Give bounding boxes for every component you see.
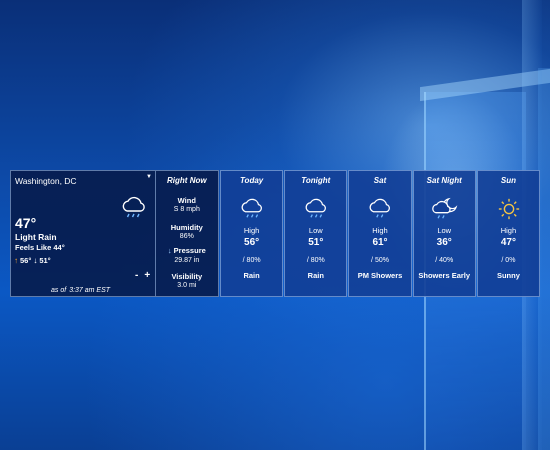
feels-like-value: 44° bbox=[53, 243, 65, 252]
forecast-sun[interactable]: Sun High 47° / 0% Sunny bbox=[476, 170, 541, 297]
weather-widget: Washington, DC ▼ 47° Light Rain Feels Li… bbox=[10, 170, 541, 297]
forecast-condition: Sunny bbox=[496, 271, 520, 280]
forecast-today[interactable]: Today High 56° / 80% Rain bbox=[220, 170, 284, 297]
raindrop-icon: / bbox=[306, 257, 309, 264]
forecast-precip-value: 80% bbox=[246, 257, 261, 264]
forecast-condition: Rain bbox=[243, 271, 260, 280]
visibility-label: Visibility bbox=[171, 272, 203, 281]
current-temperature: 47° bbox=[15, 215, 37, 231]
current-conditions-panel: Washington, DC ▼ 47° Light Rain Feels Li… bbox=[10, 170, 219, 297]
high-low: ↑ 56° ↓ 51° bbox=[14, 256, 51, 265]
forecast-temperature: 47° bbox=[500, 237, 516, 248]
forecast-precip-value: 50% bbox=[374, 257, 389, 264]
forecast-precip-value: 80% bbox=[310, 257, 325, 264]
forecast-sat[interactable]: Sat High 61° / 50% PM Showers bbox=[348, 170, 412, 297]
wind-value: S 8 mph bbox=[173, 206, 200, 213]
forecast-temperature: 36° bbox=[436, 237, 452, 248]
pressure-label-row: ↓ Pressure bbox=[156, 246, 218, 255]
forecast-precip: / 80% bbox=[285, 257, 346, 264]
forecast-high-low-label: Low bbox=[437, 226, 452, 235]
forecast-precip: / 40% bbox=[414, 257, 475, 264]
humidity-value: 86% bbox=[179, 233, 194, 240]
forecast-precip: / 80% bbox=[221, 257, 282, 264]
forecast-high-low-label: High bbox=[372, 226, 388, 235]
location-dropdown-icon[interactable]: ▼ bbox=[146, 174, 152, 180]
updated-time: as of 3:37 am EST bbox=[51, 287, 110, 294]
arrow-up-icon: ↑ bbox=[14, 256, 18, 265]
forecast-title: Sun bbox=[500, 176, 516, 185]
forecast-high-low-label: Low bbox=[308, 226, 323, 235]
location-label[interactable]: Washington, DC bbox=[15, 176, 77, 186]
cloud-rain-icon bbox=[122, 196, 145, 218]
pressure-falling-icon: ↓ bbox=[167, 246, 172, 255]
pressure-label: Pressure bbox=[173, 246, 206, 255]
forecast-high-low-label: High bbox=[500, 226, 517, 235]
cloud-rain-icon bbox=[241, 198, 262, 218]
forecast-precip: / 50% bbox=[349, 257, 410, 264]
cloud-rain-icon bbox=[305, 198, 327, 218]
forecast-condition: PM Showers bbox=[357, 271, 403, 280]
forecast-title: Sat bbox=[373, 176, 387, 185]
feels-like-label: Feels Like bbox=[15, 243, 52, 252]
raindrop-icon: / bbox=[371, 257, 373, 264]
as-of-time: 3:37 am EST bbox=[69, 287, 111, 294]
zoom-out-button[interactable]: - bbox=[135, 270, 138, 281]
as-of-label: as of bbox=[51, 287, 67, 294]
forecast-sat-night[interactable]: Sat Night Low 36° / 40% Showers Early bbox=[412, 170, 476, 297]
forecast-precip: / 0% bbox=[478, 257, 539, 264]
visibility-value: 3.0 mi bbox=[177, 282, 197, 289]
today-low: 51° bbox=[39, 256, 51, 265]
forecast-high-low-label: High bbox=[243, 226, 260, 235]
forecast-title: Sat Night bbox=[426, 176, 462, 185]
right-now-panel: Right Now Wind S 8 mph Humidity 86% ↓ Pr… bbox=[154, 171, 218, 296]
forecast-condition: Showers Early bbox=[418, 271, 471, 280]
zoom-in-button[interactable]: + bbox=[144, 270, 150, 281]
forecast-precip-value: 40% bbox=[439, 257, 454, 264]
forecast-temperature: 56° bbox=[244, 237, 260, 248]
arrow-down-icon: ↓ bbox=[33, 256, 38, 265]
forecast-temperature: 51° bbox=[308, 237, 324, 248]
forecast-title: Today bbox=[239, 176, 264, 185]
raindrop-icon: / bbox=[435, 257, 438, 264]
forecast-condition: Rain bbox=[307, 271, 324, 280]
current-summary: Washington, DC ▼ 47° Light Rain Feels Li… bbox=[11, 171, 155, 296]
forecast-title: Tonight bbox=[301, 176, 331, 185]
forecast-temperature: 61° bbox=[372, 237, 388, 248]
current-condition: Light Rain bbox=[15, 232, 57, 242]
right-now-title: Right Now bbox=[167, 176, 207, 185]
forecast-precip-value: 0% bbox=[505, 257, 516, 264]
raindrop-icon: / bbox=[501, 257, 504, 264]
zoom-controls: - + bbox=[135, 270, 150, 281]
moon-cloud-rain-icon bbox=[431, 197, 457, 219]
feels-like: Feels Like 44° bbox=[15, 243, 65, 252]
forecast-tonight[interactable]: Tonight Low 51° / 80% Rain bbox=[284, 170, 348, 297]
wind-label: Wind bbox=[177, 196, 196, 205]
humidity-label: Humidity bbox=[170, 223, 203, 232]
raindrop-icon: / bbox=[242, 257, 245, 264]
cloud-rain-icon bbox=[369, 198, 391, 218]
today-high: 56° bbox=[20, 256, 32, 265]
pressure-value: 29.87 in bbox=[174, 257, 200, 264]
sun-icon bbox=[498, 198, 519, 220]
